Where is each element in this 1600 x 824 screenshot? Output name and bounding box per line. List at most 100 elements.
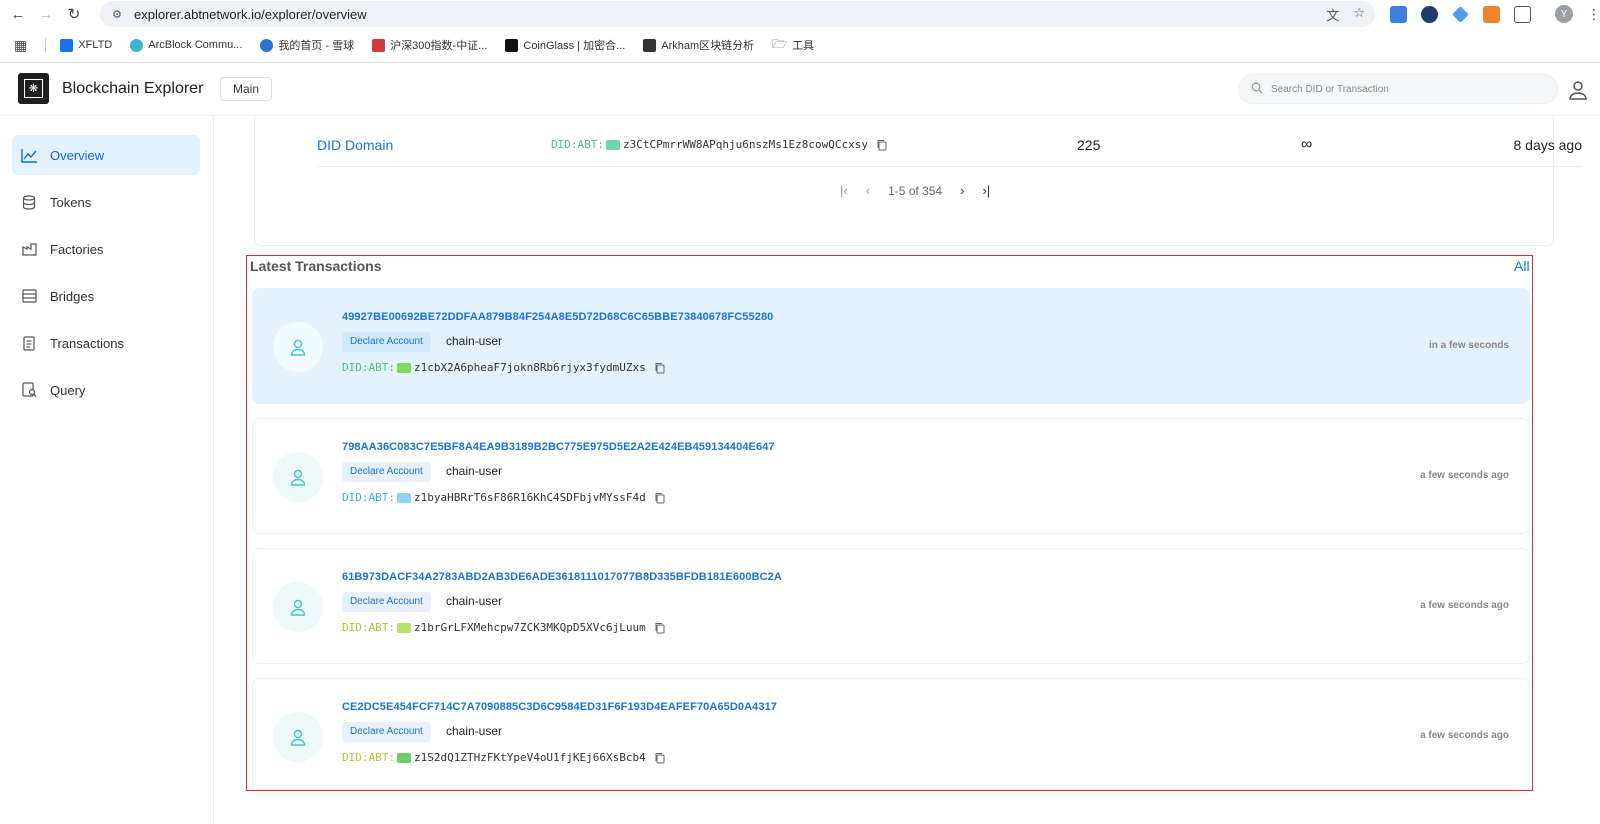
metamask-fox-icon[interactable] bbox=[1483, 5, 1500, 23]
transaction-did[interactable]: DID:ABT: z1byaHBRrT6sF86R16KhC4SDFbjvMYs… bbox=[342, 491, 665, 504]
address-bar[interactable]: ⚙ explorer.abtnetwork.io/explorer/overvi… bbox=[100, 1, 1375, 27]
did-prefix: DID:ABT: bbox=[342, 361, 395, 374]
main-content: DID Domain DID:ABT: z3CtCPmrrWW8APqhju6n… bbox=[214, 116, 1600, 824]
transaction-time: a few seconds ago bbox=[1420, 730, 1509, 741]
sidebar-item-query[interactable]: Query bbox=[12, 370, 200, 410]
transaction-did[interactable]: DID:ABT: z1S2dQ1ZTHzFKtYpeV4oU1fjKEj66Xs… bbox=[342, 751, 665, 764]
bookmark-xfltd[interactable]: XFLTD bbox=[60, 38, 113, 52]
did-prefix: DID:ABT: bbox=[342, 621, 395, 634]
last-page-icon[interactable]: ›| bbox=[982, 183, 990, 198]
user-avatar-icon bbox=[273, 452, 323, 502]
apps-grid-icon[interactable]: ▦ bbox=[14, 37, 27, 54]
did-address: z3CtCPmrrWW8APqhju6nszMs1Ez8cowQCcxsy bbox=[622, 138, 869, 151]
sidebar-item-label: Factories bbox=[50, 241, 104, 257]
pagination: |‹ ‹ 1-5 of 354 › ›| bbox=[840, 183, 990, 198]
extension-check-icon[interactable] bbox=[1421, 5, 1438, 23]
profile-avatar[interactable]: Y bbox=[1555, 5, 1573, 23]
did-address: z1cbX2A6pheaF7jokn8Rb6rjyx3fydmUZxs bbox=[413, 361, 646, 374]
factory-name-link[interactable]: DID Domain bbox=[317, 137, 393, 153]
transaction-hash-link[interactable]: 61B973DACF34A2783ABD2AB3DE6ADE3618111017… bbox=[342, 571, 782, 583]
sidebar-item-bridges[interactable]: Bridges bbox=[12, 276, 200, 316]
logo-mark-icon: ❋ bbox=[24, 79, 43, 98]
browser-toolbar: ← → ↻ ⚙ explorer.abtnetwork.io/explorer/… bbox=[0, 0, 1600, 28]
sidebar-item-overview[interactable]: Overview bbox=[12, 135, 200, 175]
browser-menu-icon[interactable]: ⋮ bbox=[1587, 6, 1600, 23]
bookmark-star-icon[interactable]: ☆ bbox=[1353, 5, 1365, 24]
extensions-puzzle-icon[interactable] bbox=[1514, 5, 1531, 23]
bookmark-label: Arkham区块链分析 bbox=[661, 40, 755, 52]
bookmark-icon bbox=[505, 38, 519, 52]
transaction-card[interactable]: 798AA36C083C7E5BF8A4EA9B3189B2BC775E975D… bbox=[252, 418, 1530, 534]
factory-icon bbox=[20, 240, 38, 258]
did-address: z1brGrLFXMehcpw7ZCK3MKQpD5XVc6jLuum bbox=[413, 621, 646, 634]
page-range: 1-5 of 354 bbox=[888, 183, 943, 198]
bookmark-label: 沪深300指数-中证... bbox=[390, 40, 488, 52]
forward-icon[interactable]: → bbox=[32, 0, 60, 28]
did-avatar-icon bbox=[396, 492, 411, 503]
bookmark-label: 我的首页 - 雪球 bbox=[278, 40, 355, 52]
coins-icon bbox=[20, 193, 38, 211]
transaction-time: a few seconds ago bbox=[1420, 470, 1509, 481]
transaction-did[interactable]: DID:ABT: z1brGrLFXMehcpw7ZCK3MKQpD5XVc6j… bbox=[342, 621, 665, 634]
did-prefix: DID:ABT: bbox=[551, 138, 604, 151]
did-prefix: DID:ABT: bbox=[342, 751, 395, 764]
transaction-type-badge: Declare Account bbox=[342, 592, 431, 612]
transaction-did[interactable]: DID:ABT: z1cbX2A6pheaF7jokn8Rb6rjyx3fydm… bbox=[342, 361, 665, 374]
sidebar-item-transactions[interactable]: Transactions bbox=[12, 323, 200, 363]
did-avatar-icon bbox=[605, 139, 620, 150]
bookmark-label: 工具 bbox=[792, 40, 815, 52]
back-icon[interactable]: ← bbox=[4, 0, 32, 28]
bookmark-csindex[interactable]: 沪深300指数-中证... bbox=[372, 37, 487, 53]
transaction-card[interactable]: CE2DC5E454FCF714C7A7090885C3D6C9584ED31F… bbox=[252, 678, 1530, 794]
factories-table-card: DID Domain DID:ABT: z3CtCPmrrWW8APqhju6n… bbox=[254, 116, 1582, 246]
translate-icon[interactable]: 文 bbox=[1326, 5, 1339, 24]
table-row[interactable]: DID Domain DID:ABT: z3CtCPmrrWW8APqhju6n… bbox=[317, 123, 1582, 167]
bookmark-arcblock[interactable]: ArcBlock Commu... bbox=[130, 38, 243, 52]
copy-icon[interactable] bbox=[654, 752, 665, 764]
url-text[interactable]: explorer.abtnetwork.io/explorer/overview bbox=[134, 7, 367, 22]
view-all-link[interactable]: All bbox=[1514, 258, 1530, 274]
transaction-card[interactable]: 49927BE00692BE72DDFAA879B84F254A8E5D72D6… bbox=[252, 288, 1530, 404]
chart-line-icon bbox=[20, 146, 38, 164]
user-account-icon[interactable] bbox=[1567, 79, 1589, 101]
copy-icon[interactable] bbox=[654, 492, 665, 504]
app-logo[interactable]: ❋ bbox=[18, 73, 49, 104]
sidebar-item-tokens[interactable]: Tokens bbox=[12, 182, 200, 222]
bookmark-label: XFLTD bbox=[78, 39, 113, 51]
sidebar-item-factories[interactable]: Factories bbox=[12, 229, 200, 269]
factory-did[interactable]: DID:ABT: z3CtCPmrrWW8APqhju6nszMs1Ez8cow… bbox=[551, 138, 887, 151]
site-info-icon[interactable]: ⚙ bbox=[110, 7, 124, 21]
next-page-icon[interactable]: › bbox=[960, 183, 964, 198]
search-input[interactable] bbox=[1271, 83, 1531, 95]
reload-icon[interactable]: ↻ bbox=[60, 0, 88, 28]
app-title[interactable]: Blockchain Explorer bbox=[62, 80, 203, 98]
extension-icon[interactable] bbox=[1390, 5, 1407, 23]
prev-page-icon[interactable]: ‹ bbox=[866, 183, 870, 198]
sidebar: Overview Tokens Factories Bridges Transa… bbox=[0, 116, 214, 824]
factory-count: 225 bbox=[1077, 136, 1101, 153]
bookmark-folder-tools[interactable]: 🗁 工具 bbox=[772, 35, 814, 56]
bridge-icon bbox=[20, 287, 38, 305]
copy-icon[interactable] bbox=[876, 139, 887, 151]
extension-diamond-icon[interactable] bbox=[1452, 5, 1469, 23]
transaction-card[interactable]: 61B973DACF34A2783ABD2AB3DE6ADE3618111017… bbox=[252, 548, 1530, 664]
transaction-hash-link[interactable]: 798AA36C083C7E5BF8A4EA9B3189B2BC775E975D… bbox=[342, 441, 775, 453]
bookmark-coinglass[interactable]: CoinGlass | 加密合... bbox=[505, 37, 625, 53]
transaction-sender: chain-user bbox=[446, 464, 503, 478]
search-box[interactable] bbox=[1238, 74, 1558, 104]
transaction-type-badge: Declare Account bbox=[342, 722, 431, 742]
user-avatar-icon bbox=[273, 712, 323, 762]
copy-icon[interactable] bbox=[654, 362, 665, 374]
bookmark-xueqiu[interactable]: 我的首页 - 雪球 bbox=[260, 37, 354, 53]
bookmark-icon bbox=[372, 38, 386, 52]
transaction-hash-link[interactable]: 49927BE00692BE72DDFAA879B84F254A8E5D72D6… bbox=[342, 311, 773, 323]
transaction-type-badge: Declare Account bbox=[342, 462, 431, 482]
copy-icon[interactable] bbox=[654, 622, 665, 634]
chain-selector-button[interactable]: Main bbox=[220, 77, 273, 101]
bookmark-label: ArcBlock Commu... bbox=[148, 39, 243, 51]
first-page-icon[interactable]: |‹ bbox=[840, 183, 848, 198]
transaction-hash-link[interactable]: CE2DC5E454FCF714C7A7090885C3D6C9584ED31F… bbox=[342, 701, 777, 713]
bookmark-icon bbox=[60, 38, 74, 52]
factory-limit: ∞ bbox=[1301, 135, 1313, 153]
bookmark-arkham[interactable]: Arkham区块链分析 bbox=[643, 37, 754, 53]
